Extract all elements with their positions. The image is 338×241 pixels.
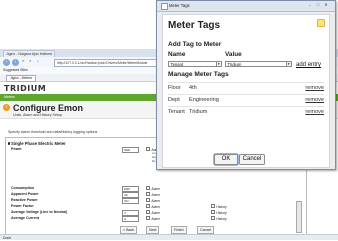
tag-name-select[interactable]: Tenant ▾ — [168, 61, 222, 67]
ok-button[interactable]: OK — [214, 154, 238, 165]
tag-value-select[interactable]: Tridium ▾ — [225, 61, 292, 67]
alarm-checkbox-average-voltage[interactable]: Alarm — [146, 210, 160, 215]
alarm-checkbox-reactive-power[interactable]: Alarm — [146, 198, 160, 203]
help-icon[interactable] — [317, 19, 325, 27]
manage-tags-section-title: Manage Meter Tags — [168, 71, 229, 78]
app-tab[interactable]: Jiginx - Meters — [6, 75, 37, 82]
alarm-checkbox-power-factor[interactable]: Alarm — [146, 204, 160, 209]
favorites-link[interactable]: Suggested Sites — [0, 68, 28, 72]
tridium-logo: TRIDIUM — [4, 84, 47, 93]
tag-row: Floor 4th remove — [168, 82, 324, 93]
stop-icon[interactable]: ✕ — [29, 59, 32, 63]
tag-row: Tenant Tridium remove — [168, 106, 324, 117]
meter-tags-dialog: Meter Tags – □ ✕ Meter Tags Add Tag to M… — [156, 0, 336, 170]
row-label-apparent-power: Apparent Power — [11, 192, 39, 196]
remove-tag-link[interactable]: remove — [305, 95, 324, 105]
tag-name-select-value: Tenant — [170, 62, 184, 67]
tag-row: Dept Engineering remove — [168, 94, 324, 105]
tag-value: Engineering — [189, 97, 219, 103]
address-bar[interactable]: http://127.0.0.1/ord?station:|slot:/Driv… — [54, 58, 168, 67]
meter-title: Single Phase Electric Meter — [7, 141, 66, 146]
page-description: Specify alarm threshold and data/history… — [8, 130, 98, 134]
finish-button[interactable]: Finish — [171, 226, 187, 234]
dialog-heading: Meter Tags — [168, 20, 221, 31]
wizard-icon: › — [3, 104, 10, 111]
refresh-icon[interactable]: ⟳ — [22, 59, 25, 63]
history-checkbox-average-current[interactable]: History — [211, 216, 226, 221]
minimize-icon[interactable]: – — [307, 2, 313, 8]
remove-tag-link[interactable]: remove — [305, 83, 324, 93]
alarm-checkbox-average-current[interactable]: Alarm — [146, 216, 160, 221]
unit-select-power[interactable]: Watt — [122, 147, 139, 153]
tag-value: 4th — [189, 85, 197, 91]
row-label-consumption: Consumption — [11, 186, 35, 190]
row-label-average-current: Average Current — [11, 216, 40, 220]
row-label-power: Power — [11, 147, 22, 151]
maximize-icon[interactable]: □ — [315, 2, 321, 8]
chevron-down-icon: ▾ — [285, 62, 291, 66]
add-tag-section-title: Add Tag to Meter — [168, 41, 222, 48]
browser-tab[interactable]: Jiginx - Niagara Ajax Hatbest — [3, 50, 56, 57]
row-label-reactive-power: Reactive Power — [11, 198, 38, 202]
home-icon[interactable]: ⌂ — [37, 59, 39, 63]
history-checkbox-power-factor[interactable]: History — [211, 204, 226, 209]
close-icon[interactable]: ✕ — [323, 2, 329, 8]
scrollbar[interactable] — [296, 201, 302, 233]
chevron-down-icon: ▾ — [215, 62, 221, 66]
dialog-window-title: Meter Tags — [169, 3, 190, 8]
name-column-header: Name — [168, 51, 186, 58]
tag-value: Tridium — [189, 109, 208, 115]
dialog-title-bar[interactable]: Meter Tags – □ ✕ — [157, 1, 335, 12]
page-title: Configure Emon — [13, 102, 83, 113]
back-arrow-icon[interactable]: ‹ — [3, 58, 10, 66]
back-button[interactable]: < Back — [120, 226, 138, 234]
dialog-body: Meter Tags Add Tag to Meter Name Value T… — [162, 14, 330, 168]
row-label-power-factor: Power Factor — [11, 204, 34, 208]
unit-select-average-current[interactable]: A — [122, 216, 139, 222]
cancel-button[interactable]: Cancel — [239, 154, 265, 165]
forward-arrow-icon[interactable]: › — [12, 58, 19, 66]
window-icon — [161, 3, 168, 10]
alarm-checkbox-apparent-power[interactable]: Alarm — [146, 192, 160, 197]
value-column-header: Value — [225, 51, 242, 58]
add-entry-link[interactable]: add entry — [296, 62, 321, 68]
status-bar: Done — [0, 234, 338, 240]
remove-tag-link[interactable]: remove — [305, 107, 324, 117]
history-checkbox-average-voltage[interactable]: History — [211, 210, 226, 215]
tag-name: Floor — [168, 85, 181, 91]
next-button[interactable]: Next — [146, 226, 160, 234]
tag-name: Tenant — [168, 109, 185, 115]
tag-value-select-value: Tridium — [227, 62, 242, 67]
unit-select-reactive-power[interactable]: VAr — [122, 198, 139, 204]
page-subtitle: Units, Alarm and History Setup — [13, 112, 62, 117]
cancel-wizard-button[interactable]: Cancel — [197, 226, 215, 234]
tag-name: Dept — [168, 97, 180, 103]
row-label-average-voltage: Average Voltage (Line to Neutral) — [11, 210, 68, 214]
alarm-checkbox-consumption[interactable]: Alarm — [146, 186, 160, 191]
